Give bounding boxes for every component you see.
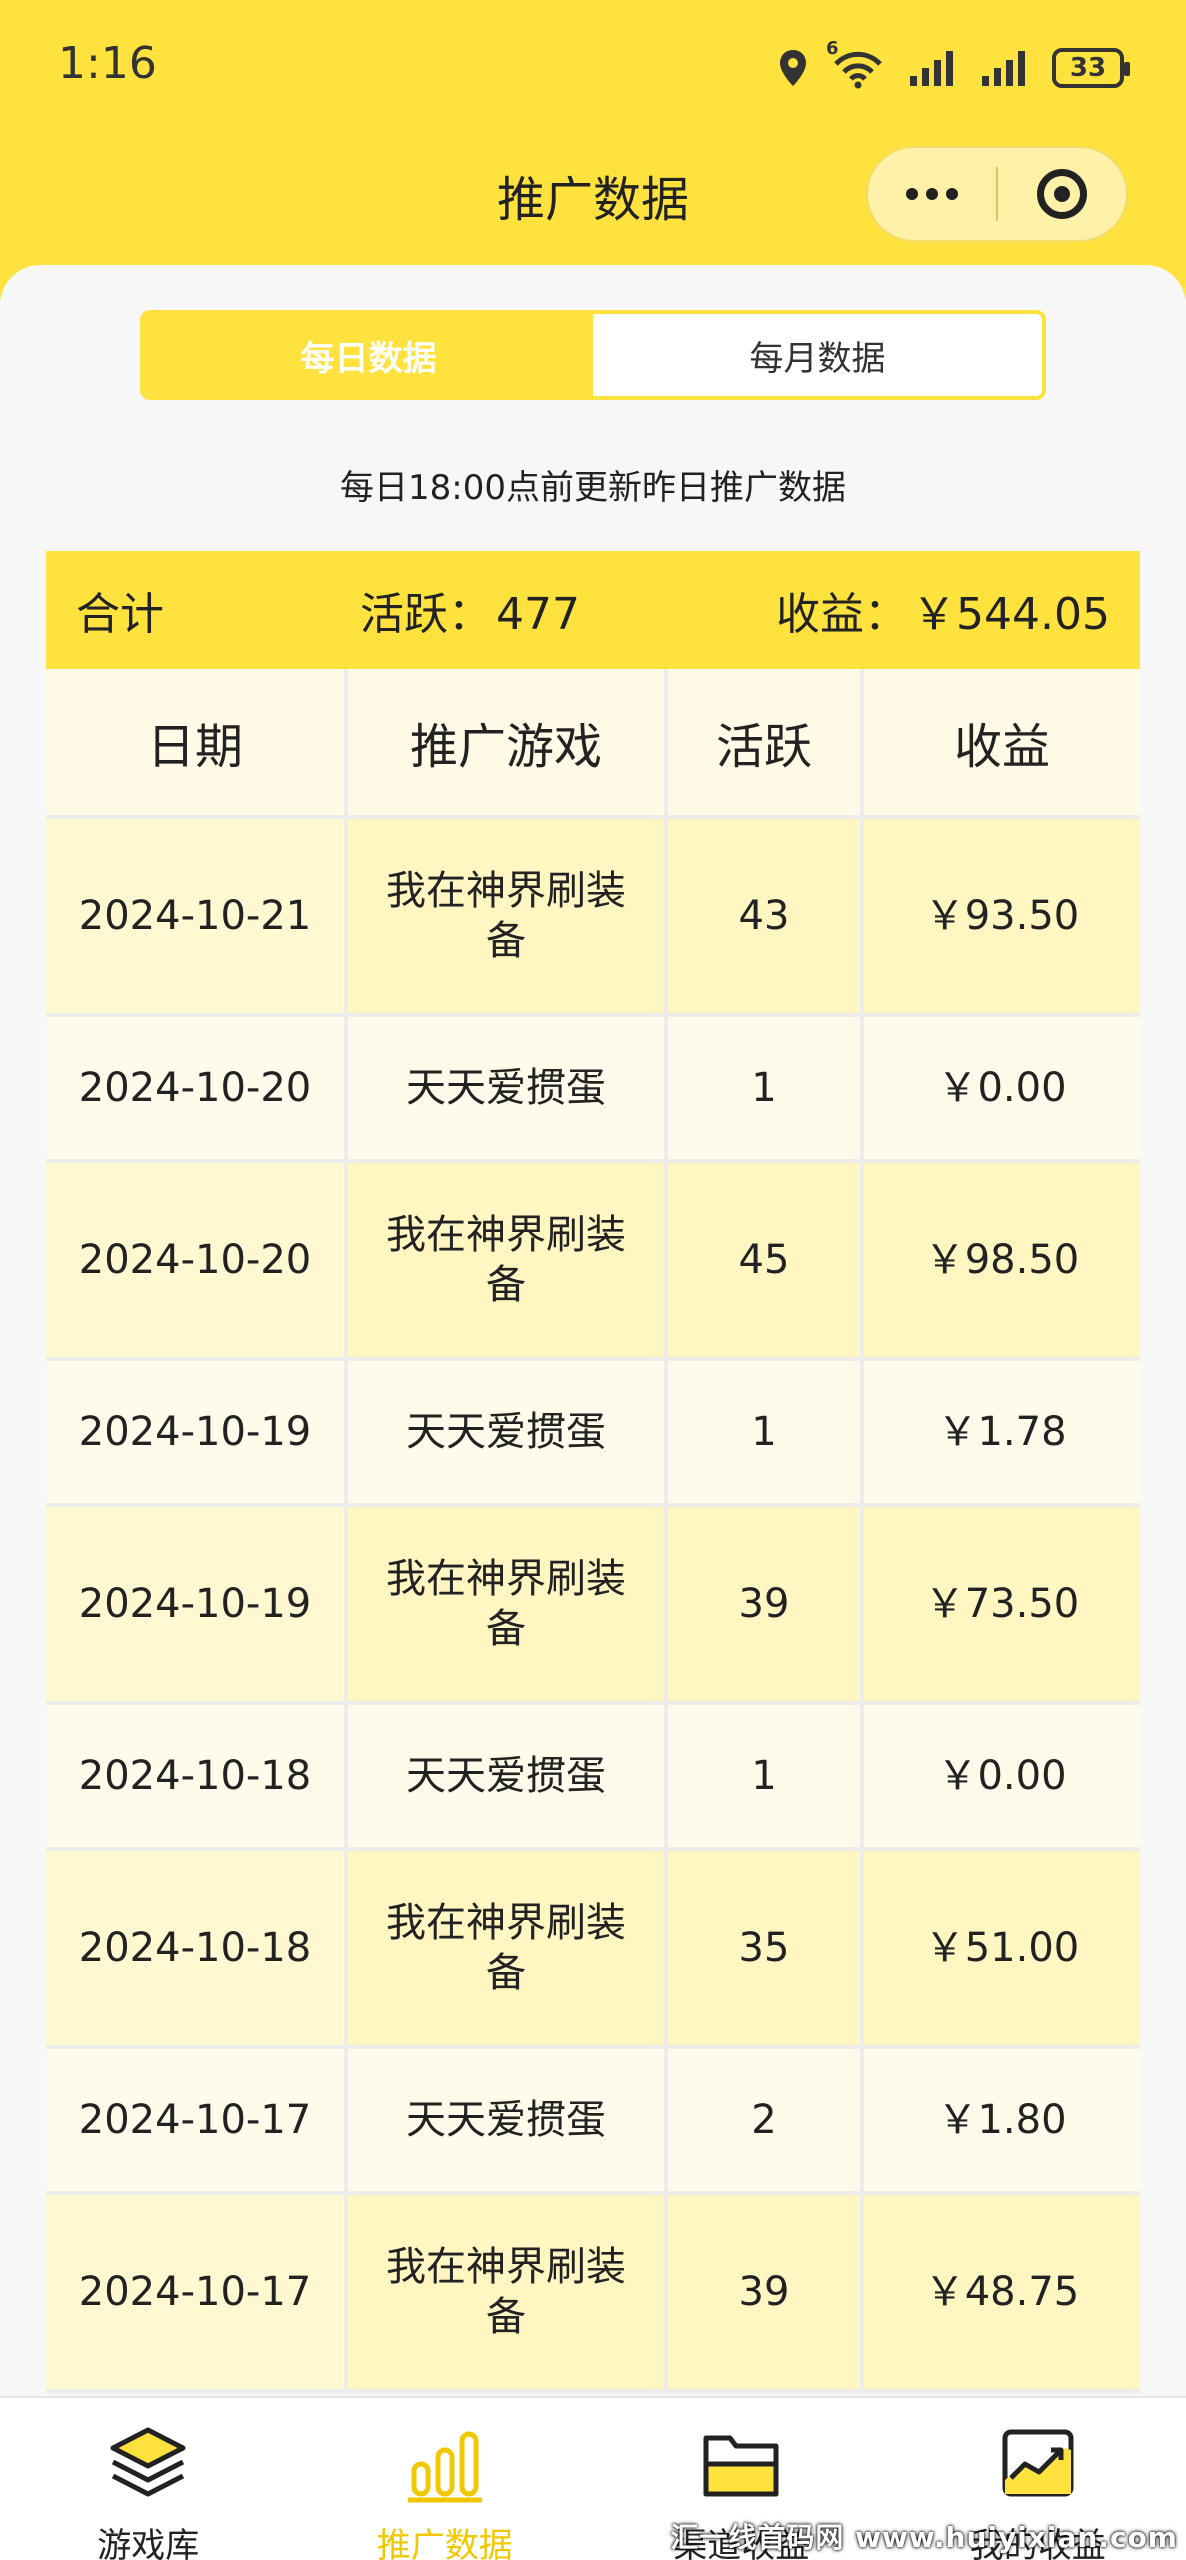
table-header-row: 日期 推广游戏 活跃 收益: [46, 669, 1140, 819]
app-root: 1:16 6 33 推广数据 每日数据 每月数据 每日18:00点前更新昨日推广…: [0, 0, 1186, 2560]
network-badge: 6: [826, 38, 839, 59]
cell-game: 天天爱掼蛋: [348, 1361, 668, 1507]
table-row: 2024-10-21 我在神界刷装备 43 ￥93.50: [46, 819, 1140, 1017]
status-bar: 1:16 6 33: [0, 0, 1186, 130]
table-row: 2024-10-19 天天爱掼蛋 1 ￥1.78: [46, 1361, 1140, 1507]
cell-income: ￥73.50: [864, 1507, 1140, 1705]
nav-item-game-library[interactable]: 游戏库: [0, 2398, 297, 2560]
cell-date: 2024-10-17: [46, 2195, 348, 2393]
status-time: 1:16: [58, 38, 157, 89]
cell-date: 2024-10-19: [46, 1507, 348, 1705]
cell-active: 45: [668, 1163, 864, 1361]
table-row: 2024-10-19 我在神界刷装备 39 ￥73.50: [46, 1507, 1140, 1705]
summary-label: 合计: [76, 589, 164, 640]
more-dots-icon: [906, 188, 958, 200]
cell-game: 我在神界刷装备: [348, 819, 668, 1017]
cell-active: 1: [668, 1017, 864, 1163]
header-game: 推广游戏: [348, 669, 668, 819]
bar-chart-icon: [402, 2420, 488, 2506]
cell-income: ￥48.75: [864, 2195, 1140, 2393]
header-active: 活跃: [668, 669, 864, 819]
cell-game: 天天爱掼蛋: [348, 1705, 668, 1851]
signal-icon-2: [980, 48, 1030, 88]
table-row: 2024-10-17 我在神界刷装备 39 ￥48.75: [46, 2195, 1140, 2393]
cell-income: ￥1.78: [864, 1361, 1140, 1507]
signal-icon: [908, 48, 958, 88]
tab-daily[interactable]: 每日数据: [144, 314, 593, 396]
header-income: 收益: [864, 669, 1140, 819]
summary-income-value: ￥544.05: [912, 589, 1110, 640]
header-date: 日期: [46, 669, 348, 819]
cell-game: 我在神界刷装备: [348, 2195, 668, 2393]
nav-label-promo-data: 推广数据: [376, 2526, 513, 2560]
cell-date: 2024-10-19: [46, 1361, 348, 1507]
data-table-wrap: 合计 活跃：477 收益：￥544.05 日期 推广游戏 活跃 收益 2024-…: [46, 551, 1140, 2393]
cell-game: 天天爱掼蛋: [348, 1017, 668, 1163]
cell-game: 我在神界刷装备: [348, 1163, 668, 1361]
folder-icon: [698, 2420, 784, 2506]
table-row: 2024-10-18 我在神界刷装备 35 ￥51.00: [46, 1851, 1140, 2049]
cell-active: 43: [668, 819, 864, 1017]
cell-date: 2024-10-17: [46, 2049, 348, 2195]
period-tabs: 每日数据 每月数据: [140, 310, 1046, 400]
cell-date: 2024-10-21: [46, 819, 348, 1017]
cell-game: 天天爱掼蛋: [348, 2049, 668, 2195]
cell-date: 2024-10-20: [46, 1163, 348, 1361]
more-button[interactable]: [868, 148, 996, 240]
summary-active-label: 活跃：: [360, 589, 492, 640]
summary-active-value: 477: [496, 589, 580, 640]
summary-active: 活跃：477: [356, 578, 772, 642]
cell-active: 1: [668, 1705, 864, 1851]
cell-income: ￥51.00: [864, 1851, 1140, 2049]
table-row: 2024-10-18 天天爱掼蛋 1 ￥0.00: [46, 1705, 1140, 1851]
cell-active: 2: [668, 2049, 864, 2195]
cell-income: ￥0.00: [864, 1017, 1140, 1163]
target-icon: [1037, 169, 1087, 219]
cell-date: 2024-10-18: [46, 1705, 348, 1851]
wifi-icon: 6: [826, 38, 886, 90]
cell-income: ￥93.50: [864, 819, 1140, 1017]
trend-chart-icon: [995, 2420, 1081, 2506]
cell-game: 我在神界刷装备: [348, 1851, 668, 2049]
cell-active: 35: [668, 1851, 864, 2049]
summary-bar: 合计 活跃：477 收益：￥544.05: [46, 551, 1140, 669]
location-icon: [778, 48, 808, 88]
cell-active: 39: [668, 1507, 864, 1705]
tab-monthly[interactable]: 每月数据: [593, 314, 1042, 396]
header: 1:16 6 33 推广数据: [0, 0, 1186, 300]
nav-label-game-library: 游戏库: [97, 2526, 200, 2560]
daily-data-table: 日期 推广游戏 活跃 收益 2024-10-21 我在神界刷装备 43 ￥93.…: [46, 669, 1140, 2393]
update-notice: 每日18:00点前更新昨日推广数据: [340, 468, 846, 508]
cell-income: ￥1.80: [864, 2049, 1140, 2195]
cell-date: 2024-10-20: [46, 1017, 348, 1163]
main-content: 每日数据 每月数据 每日18:00点前更新昨日推广数据 合计 活跃：477 收益…: [0, 265, 1186, 2405]
cell-active: 39: [668, 2195, 864, 2393]
cell-date: 2024-10-18: [46, 1851, 348, 2049]
battery-icon: 33: [1052, 48, 1130, 88]
summary-income-label: 收益：: [776, 589, 909, 640]
battery-level: 33: [1069, 53, 1107, 83]
summary-income: 收益：￥544.05: [772, 578, 1110, 642]
cell-game: 我在神界刷装备: [348, 1507, 668, 1705]
cell-income: ￥0.00: [864, 1705, 1140, 1851]
table-row: 2024-10-20 天天爱掼蛋 1 ￥0.00: [46, 1017, 1140, 1163]
table-row: 2024-10-17 天天爱掼蛋 2 ￥1.80: [46, 2049, 1140, 2195]
nav-item-promo-data[interactable]: 推广数据: [297, 2398, 594, 2560]
capsule-menu: [866, 146, 1128, 242]
table-row: 2024-10-20 我在神界刷装备 45 ￥98.50: [46, 1163, 1140, 1361]
cell-income: ￥98.50: [864, 1163, 1140, 1361]
watermark: 汇一线首码网 www.huiyixian.com: [670, 2521, 1178, 2554]
close-miniprogram-button[interactable]: [998, 148, 1126, 240]
status-icons: 6 33: [778, 38, 1130, 92]
cell-active: 1: [668, 1361, 864, 1507]
layers-icon: [105, 2420, 191, 2506]
